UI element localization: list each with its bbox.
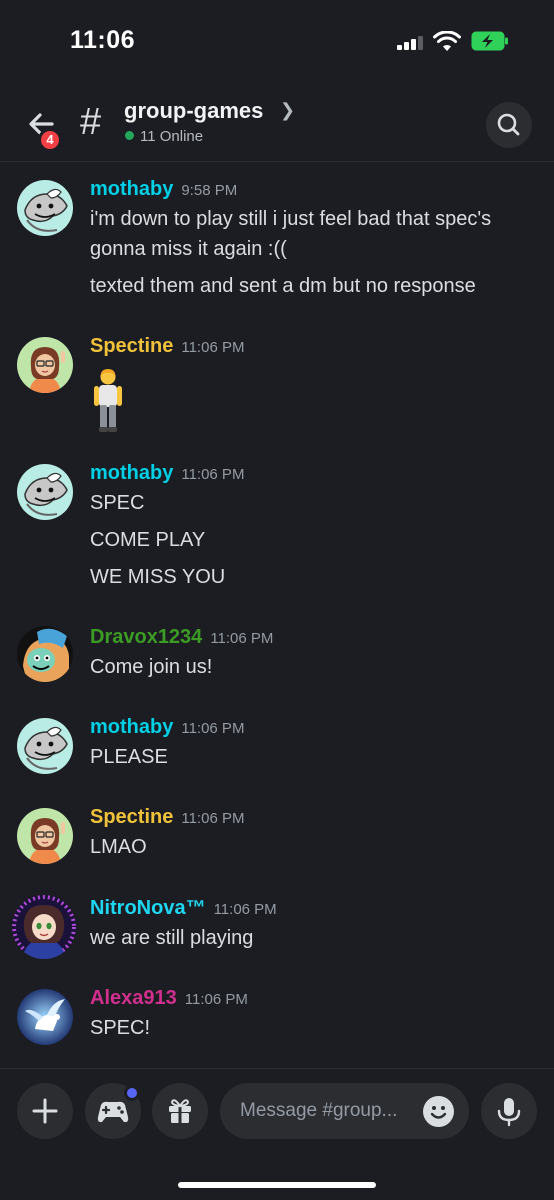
timestamp: 11:06 PM [181,466,245,483]
chevron-right-icon[interactable]: ❯ [280,100,295,121]
avatar-mothaby[interactable] [17,464,73,520]
channel-hash-icon: # [80,101,102,143]
channel-header: 4 # group-games ❯ 11 Online [0,84,554,162]
author-name[interactable]: mothaby [90,716,173,738]
opossum-avatar-image [17,718,73,774]
message-text: texted them and sent a dm but no respons… [90,275,476,297]
pegasus-avatar-image [17,989,73,1045]
wifi-icon [433,31,461,51]
timestamp: 11:06 PM [184,991,248,1008]
message-text: LMAO [90,836,147,858]
message-header: Alexa913 11:06 PM [90,987,248,1010]
gift-icon [169,1099,191,1123]
timestamp: 11:06 PM [181,810,245,827]
search-icon [497,113,520,136]
unread-badge: 4 [38,128,62,152]
message-text: SPEC [90,492,145,514]
avatar-mothaby[interactable] [17,180,73,236]
battery-charging-icon [471,31,508,51]
status-bar: 11:06 [0,0,554,84]
opossum-avatar-image [17,180,73,236]
message-input[interactable]: Message #group... [220,1083,469,1139]
timestamp: 11:06 PM [213,901,277,918]
timestamp: 11:06 PM [210,630,274,647]
microphone-icon [497,1098,521,1127]
gift-button[interactable] [152,1083,208,1139]
emoji-button[interactable] [423,1096,454,1127]
avatar-alexa913[interactable] [17,989,73,1045]
plus-icon [32,1098,58,1124]
emoji-icon [430,1106,447,1119]
cartoon-avatar-image [17,626,73,682]
message-header: mothaby 9:58 PM [90,178,237,201]
anime-avatar-image [12,895,76,959]
message-text: WE MISS YOU [90,566,226,588]
character-avatar-image [17,337,73,393]
notification-dot [124,1085,140,1101]
avatar-mothaby[interactable] [17,718,73,774]
message-text: PLEASE [90,746,168,768]
author-name[interactable]: mothaby [90,178,173,200]
message-header: mothaby 11:06 PM [90,716,244,739]
message-text: COME PLAY [90,529,206,551]
channel-name[interactable]: group-games [124,98,263,124]
author-name[interactable]: mothaby [90,462,173,484]
message-text: SPEC! [90,1017,151,1039]
search-button[interactable] [486,102,532,148]
author-name[interactable]: NitroNova™ [90,897,206,919]
author-name[interactable]: Spectine [90,335,173,357]
online-count: 11 Online [125,128,203,145]
message-input-placeholder: Message #group... [240,1100,398,1121]
author-name[interactable]: Dravox1234 [90,626,202,648]
timestamp: 11:06 PM [181,339,245,356]
message-text: i'm down to play still i just feel bad t… [90,208,492,230]
voice-message-button[interactable] [481,1083,537,1139]
online-status-dot [125,131,134,140]
avatar-spectine[interactable] [17,337,73,393]
timestamp: 11:06 PM [181,720,245,737]
message-list[interactable]: mothaby 9:58 PM i'm down to play still i … [0,162,554,1068]
message-header: mothaby 11:06 PM [90,462,244,485]
message-text: gonna miss it again :(( [90,238,287,260]
online-count-text: 11 Online [140,128,204,145]
home-indicator[interactable] [178,1182,376,1188]
author-name[interactable]: Alexa913 [90,987,177,1009]
avatar-nitronova[interactable] [12,895,76,959]
timestamp: 9:58 PM [181,182,238,199]
jumbo-emoji [90,367,126,446]
message-header: NitroNova™ 11:06 PM [90,897,277,920]
message-text: we are still playing [90,927,254,949]
message-header: Spectine 11:06 PM [90,335,244,358]
author-name[interactable]: Spectine [90,806,173,828]
avatar-dravox1234[interactable] [17,626,73,682]
status-time: 11:06 [70,26,136,54]
standing-person-emoji [94,369,122,432]
character-avatar-image [17,808,73,864]
avatar-spectine[interactable] [17,808,73,864]
message-text: Come join us! [90,656,213,678]
message-header: Dravox1234 11:06 PM [90,626,273,649]
message-header: Spectine 11:06 PM [90,806,244,829]
add-attachment-button[interactable] [17,1083,73,1139]
composer-bar: Message #group... [0,1068,554,1200]
cellular-signal-icon [397,36,425,50]
opossum-avatar-image [17,464,73,520]
